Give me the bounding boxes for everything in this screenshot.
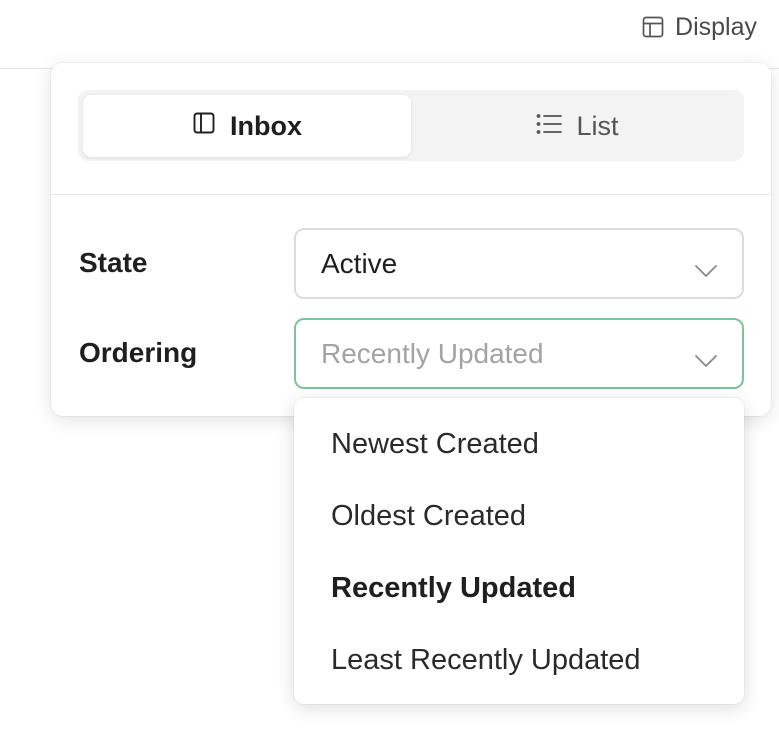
display-button[interactable]: Display [641,10,757,44]
menu-item-label: Least Recently Updated [331,643,641,676]
ordering-label: Ordering [79,337,198,368]
display-options-popover: Inbox List State Active Ordering Recentl… [51,63,771,416]
ordering-dropdown-menu: Newest Created Oldest Created Recently U… [294,398,744,704]
display-button-label: Display [675,12,757,41]
menu-item-label: Newest Created [331,427,539,460]
state-label: State [79,247,148,278]
view-option-inbox[interactable]: Inbox [83,95,411,157]
ordering-option-recently-updated[interactable]: Recently Updated [294,552,744,624]
view-option-label: List [576,110,619,141]
ordering-option-oldest-created[interactable]: Oldest Created [294,480,744,552]
state-select[interactable]: Active [294,228,744,299]
table-icon [641,15,665,39]
view-toggle: Inbox List [78,90,744,161]
state-select-value: Active [321,247,398,279]
list-icon [536,111,563,142]
ordering-select-value: Recently Updated [321,337,544,369]
sidebar-panel-icon [192,111,216,142]
divider [51,194,771,195]
ordering-option-newest-created[interactable]: Newest Created [294,408,744,480]
view-option-label: Inbox [230,110,302,141]
menu-item-label: Oldest Created [331,499,527,532]
view-option-list[interactable]: List [411,95,744,157]
ordering-option-least-recently-updated[interactable]: Least Recently Updated [294,624,744,696]
top-bar: Display [0,0,779,69]
ordering-select[interactable]: Recently Updated [294,318,744,389]
chevron-down-icon [694,344,718,376]
chevron-down-icon [694,254,718,286]
menu-item-label: Recently Updated [331,571,576,604]
